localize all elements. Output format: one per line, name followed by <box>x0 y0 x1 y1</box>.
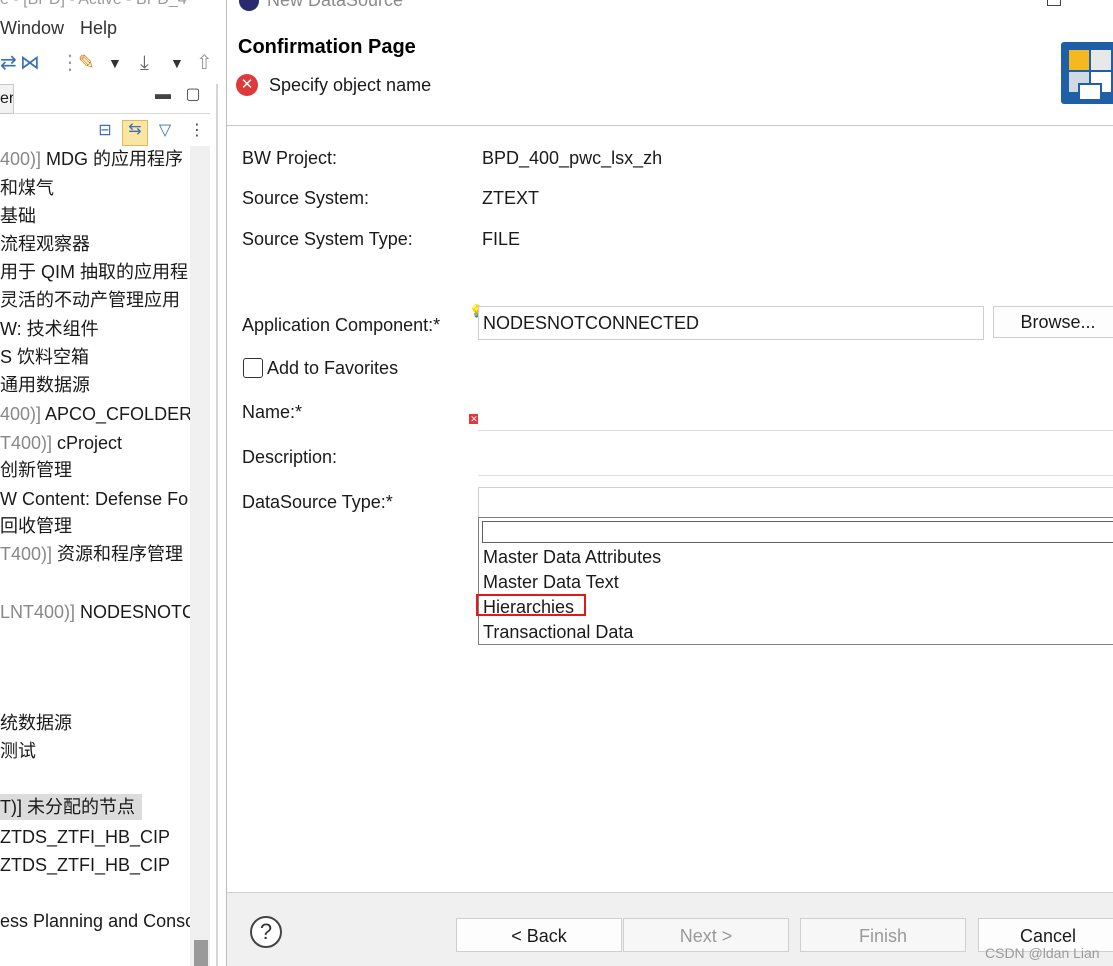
dialog-window-title: New DataSource <box>267 0 404 10</box>
tree-item[interactable]: ess Planning and Conso <box>0 908 190 934</box>
source-system-value: ZTEXT <box>482 188 539 208</box>
back-button[interactable]: < Back <box>456 918 622 952</box>
new-datasource-dialog: New DataSource Confirmation Page ✕ Speci… <box>226 0 1113 966</box>
collapse-all-icon[interactable]: ⊟ <box>96 122 114 140</box>
option-transactional-data[interactable]: Transactional Data <box>483 620 633 645</box>
source-system-type-value: FILE <box>482 229 521 249</box>
tree-item[interactable]: 统数据源 <box>0 710 72 736</box>
tree-item[interactable]: 基础 <box>0 203 36 229</box>
tree-item[interactable]: ZTDS_ZTFI_HB_CIP <box>0 824 170 850</box>
tree-item[interactable]: 流程观察器 <box>0 231 90 257</box>
dialog-titlebar: New DataSource <box>227 0 1113 14</box>
tree-scrollbar-thumb[interactable] <box>194 940 208 966</box>
project-tree: 400)] MDG 的应用程序 和煤气 基础 流程观察器 用于 QIM 抽取的应… <box>0 146 190 946</box>
tree-scrollbar[interactable] <box>190 146 210 966</box>
tree-item[interactable]: 测试 <box>0 738 36 764</box>
next-button[interactable]: Next > <box>623 918 789 952</box>
bw-project-value: BPD_400_pwc_lsx_zh <box>482 148 663 168</box>
tree-item[interactable]: 用于 QIM 抽取的应用程 <box>0 259 188 285</box>
tree-item[interactable]: 400)] MDG 的应用程序 <box>0 146 183 172</box>
datasource-wizard-icon <box>1061 42 1113 104</box>
add-to-favorites-checkbox[interactable] <box>243 358 263 378</box>
browse-button[interactable]: Browse... <box>993 306 1113 338</box>
wizard-footer: ? < Back Next > Finish Cancel CSDN @ldan… <box>227 892 1113 966</box>
tree-item[interactable]: LNT400)] NODESNOTC <box>0 599 190 625</box>
error-message: Specify object name <box>269 75 432 95</box>
name-label: Name:* <box>242 402 303 422</box>
sync-icon[interactable]: ⇄ <box>0 50 17 76</box>
tree-item[interactable]: 和煤气 <box>0 175 54 201</box>
menu-window[interactable]: Window <box>0 18 64 39</box>
bw-project-label: BW Project: <box>242 148 338 168</box>
highlight-annotation-box <box>476 594 586 616</box>
wand-icon[interactable]: ✎ <box>78 50 95 76</box>
source-system-type-label: Source System Type: <box>242 229 413 249</box>
tree-item[interactable]: 回收管理 <box>0 513 72 539</box>
eclipse-icon <box>239 0 259 11</box>
tree-item[interactable]: T400)] 资源和程序管理 <box>0 541 183 567</box>
tree-item[interactable]: 创新管理 <box>0 457 72 483</box>
maximize-icon[interactable]: ▢ <box>184 86 202 104</box>
hierarchy-icon[interactable]: ⋈ <box>20 50 40 76</box>
description-label: Description: <box>242 447 338 467</box>
minimize-icon[interactable]: ▬ <box>154 86 172 104</box>
tree-item[interactable]: W Content: Defense Fo <box>0 486 188 512</box>
page-title: Confirmation Page <box>238 36 416 58</box>
bg-toolbar: ⇄ ⋈ ⋮ ✎ ▼ ⤓ ▼ ⇧ <box>0 46 226 80</box>
import-icon[interactable]: ⤓ <box>140 50 149 76</box>
app-component-label: Application Component:* <box>242 315 441 335</box>
screen: e - [BPD] - Active - BPD_4 Window Help ⇄… <box>0 0 1113 966</box>
description-field[interactable] <box>478 442 1113 476</box>
bg-menubar: Window Help <box>0 14 226 44</box>
option-master-data-attributes[interactable]: Master Data Attributes <box>483 545 661 570</box>
tree-item-selected[interactable]: T)] 未分配的节点 <box>0 794 142 820</box>
tree-item[interactable]: T400)] cProject <box>0 430 122 456</box>
toolbar-separator-icon: ⋮ <box>60 52 80 74</box>
form-area: BW Project: BPD_400_pwc_lsx_zh Source Sy… <box>227 126 1113 892</box>
watermark: CSDN @ldan Lian <box>985 945 1100 961</box>
dropdown-option-blank[interactable] <box>482 521 1113 543</box>
help-button[interactable]: ? <box>250 916 282 948</box>
tree-item[interactable]: 灵活的不动产管理应用 <box>0 287 180 313</box>
project-explorer-tab[interactable]: er <box>0 84 14 114</box>
bg-window-title: e - [BPD] - Active - BPD_4 <box>0 0 226 12</box>
datasource-type-combo[interactable] <box>478 487 1113 519</box>
error-icon: ✕ <box>236 74 258 96</box>
datasource-type-label: DataSource Type:* <box>242 492 393 512</box>
tree-item[interactable]: 通用数据源 <box>0 372 90 398</box>
up-icon[interactable]: ⇧ <box>196 50 213 76</box>
app-component-field[interactable]: NODESNOTCONNECTED <box>478 306 984 340</box>
chevron-down-icon[interactable]: ▼ <box>108 50 122 76</box>
name-field[interactable] <box>478 397 1113 431</box>
view-menu-icon[interactable]: ⋮ <box>188 122 206 140</box>
link-editor-icon[interactable]: ⇆ <box>122 120 148 146</box>
view-divider <box>216 84 218 966</box>
tree-item[interactable]: 400)] APCO_CFOLDERS <box>0 401 190 427</box>
finish-button[interactable]: Finish <box>800 918 966 952</box>
wizard-header: Confirmation Page ✕ Specify object name <box>227 14 1113 126</box>
chevron-down-icon[interactable]: ▼ <box>170 50 184 76</box>
tree-item[interactable]: ZTDS_ZTFI_HB_CIP <box>0 852 170 878</box>
project-explorer-header: er ▬ ▢ <box>0 84 210 114</box>
background-workbench: e - [BPD] - Active - BPD_4 Window Help ⇄… <box>0 0 226 966</box>
tree-item[interactable]: W: 技术组件 <box>0 316 99 342</box>
tree-item[interactable]: S 饮料空箱 <box>0 344 89 370</box>
explorer-toolbar: ⊟ ⇆ ▽ ⋮ <box>0 118 210 148</box>
menu-help[interactable]: Help <box>80 18 117 39</box>
maximize-icon[interactable] <box>1047 0 1061 6</box>
filter-icon[interactable]: ▽ <box>156 122 174 140</box>
add-to-favorites-label: Add to Favorites <box>267 358 399 378</box>
source-system-label: Source System: <box>242 188 370 208</box>
option-master-data-text[interactable]: Master Data Text <box>483 570 619 595</box>
datasource-type-dropdown: Master Data Attributes Master Data Text … <box>478 517 1113 645</box>
